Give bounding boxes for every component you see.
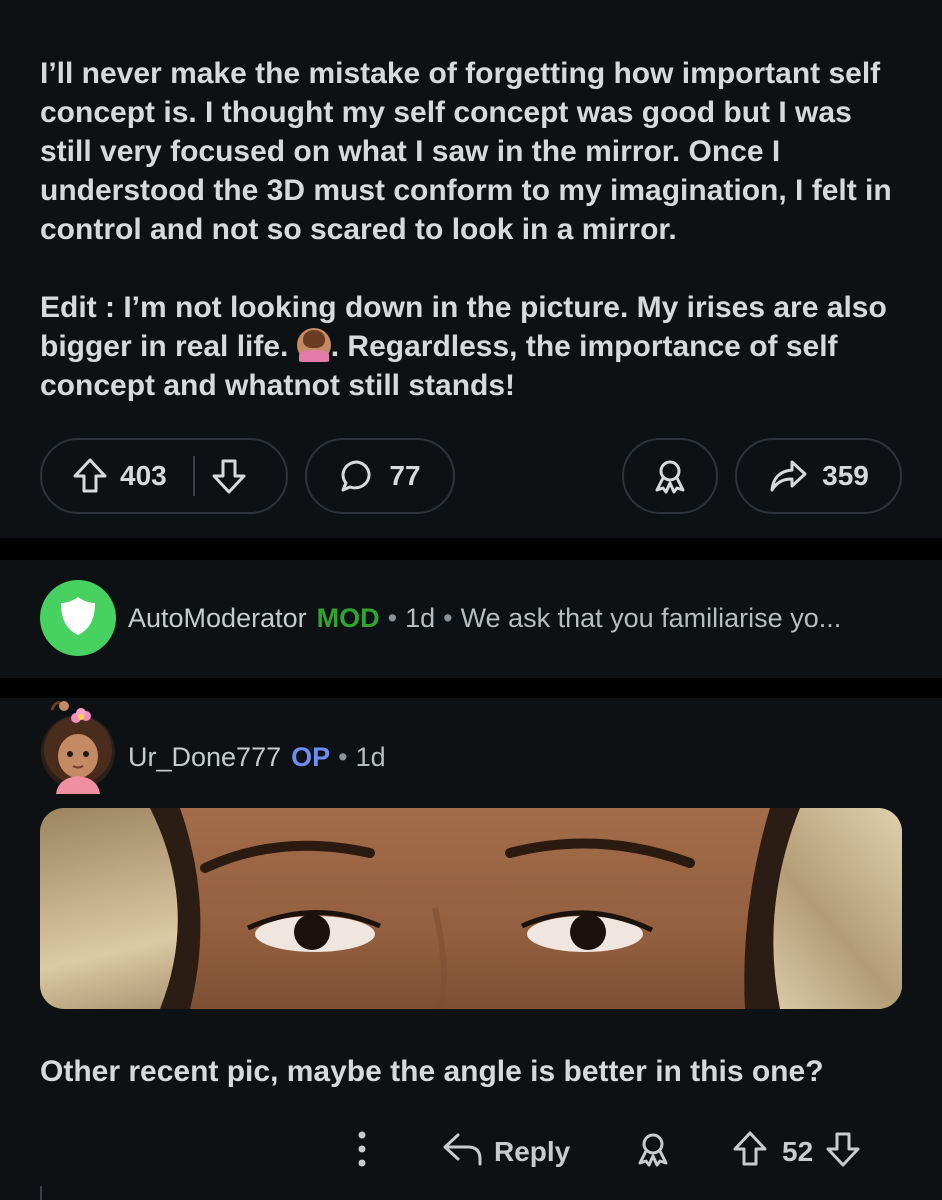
downvote-arrow-icon[interactable] bbox=[825, 1130, 861, 1175]
section-divider bbox=[0, 678, 942, 698]
comment-vote-bar: 52 bbox=[732, 1120, 861, 1184]
user-avatar[interactable] bbox=[38, 700, 118, 794]
reply-label: Reply bbox=[494, 1136, 571, 1167]
award-button[interactable] bbox=[622, 438, 718, 514]
share-count: 359 bbox=[822, 460, 869, 491]
more-options-button[interactable] bbox=[352, 1120, 372, 1184]
reply-body: Other recent pic, maybe the angle is bet… bbox=[40, 1055, 824, 1088]
post-body-section: I’ll never make the mistake of forgettin… bbox=[0, 0, 942, 538]
reply-username[interactable]: Ur_Done777 bbox=[128, 742, 281, 773]
vertical-dots-icon bbox=[352, 1129, 372, 1176]
share-button[interactable]: 359 bbox=[735, 438, 902, 514]
comment-image[interactable] bbox=[40, 808, 902, 1009]
meta-separator: • bbox=[338, 742, 348, 772]
upvote-arrow-icon[interactable] bbox=[732, 1130, 768, 1175]
mod-badge: MOD bbox=[316, 603, 380, 633]
op-badge: OP bbox=[291, 742, 331, 772]
post-upvote-count: 403 bbox=[120, 460, 167, 491]
post-paragraph-2: Edit : I’m not looking down in the pictu… bbox=[40, 288, 910, 405]
share-arrow-icon bbox=[768, 458, 808, 494]
award-ribbon-icon bbox=[634, 1130, 672, 1175]
automoderator-age: 1d bbox=[405, 603, 436, 633]
automoderator-username[interactable]: AutoModerator bbox=[128, 603, 307, 634]
reply-age: 1d bbox=[355, 742, 386, 772]
post-vote-bar: 403 bbox=[40, 438, 288, 514]
reply-arrow-icon bbox=[442, 1131, 484, 1174]
reply-meta: Ur_Done777 OP • 1d bbox=[128, 742, 386, 773]
comments-button[interactable]: 77 bbox=[305, 438, 455, 514]
automoderator-preview: We ask that you familiarise yo... bbox=[460, 603, 842, 633]
automoderator-avatar[interactable] bbox=[40, 580, 116, 656]
person-shrugging-emoji-icon bbox=[296, 328, 331, 362]
post-body-text: I’ll never make the mistake of forgettin… bbox=[40, 54, 910, 405]
comment-bubble-icon bbox=[339, 458, 375, 494]
meta-separator: • bbox=[387, 603, 398, 633]
section-divider bbox=[0, 538, 942, 560]
reply-action-bar: Reply 52 bbox=[0, 1120, 942, 1184]
post-paragraph-1: I’ll never make the mistake of forgettin… bbox=[40, 57, 892, 246]
thread-line bbox=[40, 1186, 42, 1200]
meta-separator: • bbox=[443, 603, 453, 633]
shield-icon bbox=[58, 594, 98, 643]
comment-vote-count: 52 bbox=[782, 1136, 814, 1167]
upvote-arrow-icon[interactable] bbox=[72, 457, 108, 495]
vote-separator bbox=[192, 456, 195, 496]
award-ribbon-icon bbox=[651, 457, 689, 495]
downvote-arrow-icon[interactable] bbox=[211, 457, 247, 495]
comment-award-button[interactable] bbox=[634, 1120, 672, 1184]
automoderator-meta: AutoModerator MOD • 1d • We ask that you… bbox=[128, 603, 841, 634]
reply-button[interactable]: Reply bbox=[442, 1120, 570, 1184]
comment-count: 77 bbox=[389, 460, 421, 491]
